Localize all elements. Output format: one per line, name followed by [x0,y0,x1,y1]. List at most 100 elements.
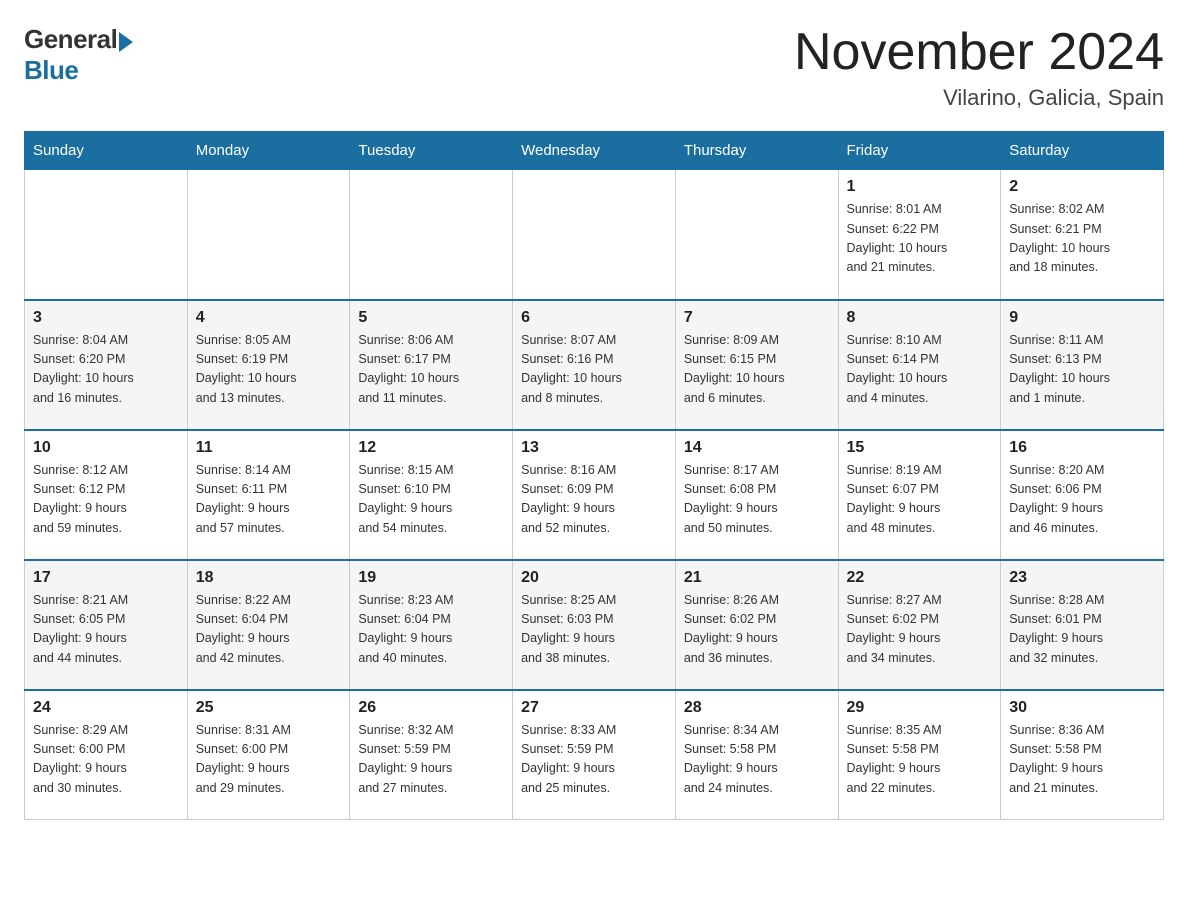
day-info: Sunrise: 8:21 AM Sunset: 6:05 PM Dayligh… [33,591,179,669]
weekday-header-sunday: Sunday [25,132,188,170]
day-info: Sunrise: 8:02 AM Sunset: 6:21 PM Dayligh… [1009,200,1155,278]
day-number: 14 [684,439,830,457]
week-row-4: 17 Sunrise: 8:21 AM Sunset: 6:05 PM Dayli… [25,560,1164,690]
day-number: 12 [358,439,504,457]
calendar-cell: 28 Sunrise: 8:34 AM Sunset: 5:58 PM Dayli… [675,690,838,820]
day-number: 5 [358,309,504,327]
day-info: Sunrise: 8:17 AM Sunset: 6:08 PM Dayligh… [684,461,830,539]
calendar-cell: 17 Sunrise: 8:21 AM Sunset: 6:05 PM Dayli… [25,560,188,690]
calendar-cell: 22Sunrise: 8:27 AM Sunset: 6:02 PM Dayli… [838,560,1001,690]
day-info: Sunrise: 8:19 AM Sunset: 6:07 PM Dayligh… [847,461,993,539]
calendar-cell: 26Sunrise: 8:32 AM Sunset: 5:59 PM Dayli… [350,690,513,820]
day-number: 11 [196,439,342,457]
calendar-cell [513,170,676,300]
logo: General Blue [24,24,133,86]
calendar-table: SundayMondayTuesdayWednesdayThursdayFrid… [24,131,1164,820]
weekday-header-row: SundayMondayTuesdayWednesdayThursdayFrid… [25,132,1164,170]
calendar-cell: 2 Sunrise: 8:02 AM Sunset: 6:21 PM Daylig… [1001,170,1164,300]
day-info: Sunrise: 8:34 AM Sunset: 5:58 PM Dayligh… [684,721,830,799]
day-info: Sunrise: 8:25 AM Sunset: 6:03 PM Dayligh… [521,591,667,669]
day-info: Sunrise: 8:12 AM Sunset: 6:12 PM Dayligh… [33,461,179,539]
calendar-cell: 24 Sunrise: 8:29 AM Sunset: 6:00 PM Dayli… [25,690,188,820]
weekday-header-thursday: Thursday [675,132,838,170]
calendar-cell: 8 Sunrise: 8:10 AM Sunset: 6:14 PM Daylig… [838,300,1001,430]
day-number: 25 [196,699,342,717]
logo-blue-text: Blue [24,55,78,86]
day-number: 27 [521,699,667,717]
day-number: 9 [1009,309,1155,327]
day-number: 1 [847,178,993,196]
day-info: Sunrise: 8:20 AM Sunset: 6:06 PM Dayligh… [1009,461,1155,539]
calendar-cell: 19Sunrise: 8:23 AM Sunset: 6:04 PM Dayli… [350,560,513,690]
day-number: 6 [521,309,667,327]
weekday-header-friday: Friday [838,132,1001,170]
calendar-cell: 9 Sunrise: 8:11 AM Sunset: 6:13 PM Daylig… [1001,300,1164,430]
calendar-cell: 30Sunrise: 8:36 AM Sunset: 5:58 PM Dayli… [1001,690,1164,820]
day-info: Sunrise: 8:10 AM Sunset: 6:14 PM Dayligh… [847,331,993,409]
calendar-cell: 11 Sunrise: 8:14 AM Sunset: 6:11 PM Dayli… [187,430,350,560]
day-number: 30 [1009,699,1155,717]
day-info: Sunrise: 8:22 AM Sunset: 6:04 PM Dayligh… [196,591,342,669]
day-info: Sunrise: 8:16 AM Sunset: 6:09 PM Dayligh… [521,461,667,539]
day-info: Sunrise: 8:31 AM Sunset: 6:00 PM Dayligh… [196,721,342,799]
day-number: 22 [847,569,993,587]
day-number: 24 [33,699,179,717]
calendar-cell: 23Sunrise: 8:28 AM Sunset: 6:01 PM Dayli… [1001,560,1164,690]
calendar-cell [675,170,838,300]
calendar-cell: 27 Sunrise: 8:33 AM Sunset: 5:59 PM Dayli… [513,690,676,820]
calendar-cell: 18 Sunrise: 8:22 AM Sunset: 6:04 PM Dayli… [187,560,350,690]
day-number: 28 [684,699,830,717]
day-number: 16 [1009,439,1155,457]
day-number: 10 [33,439,179,457]
day-info: Sunrise: 8:32 AM Sunset: 5:59 PM Dayligh… [358,721,504,799]
week-row-2: 3 Sunrise: 8:04 AM Sunset: 6:20 PM Daylig… [25,300,1164,430]
calendar-cell [350,170,513,300]
calendar-cell: 21Sunrise: 8:26 AM Sunset: 6:02 PM Dayli… [675,560,838,690]
day-info: Sunrise: 8:11 AM Sunset: 6:13 PM Dayligh… [1009,331,1155,409]
calendar-cell [187,170,350,300]
calendar-cell: 12 Sunrise: 8:15 AM Sunset: 6:10 PM Dayli… [350,430,513,560]
calendar-cell: 10 Sunrise: 8:12 AM Sunset: 6:12 PM Dayli… [25,430,188,560]
logo-general-text: General [24,24,117,55]
day-number: 23 [1009,569,1155,587]
calendar-cell: 15 Sunrise: 8:19 AM Sunset: 6:07 PM Dayli… [838,430,1001,560]
day-number: 13 [521,439,667,457]
day-info: Sunrise: 8:35 AM Sunset: 5:58 PM Dayligh… [847,721,993,799]
day-info: Sunrise: 8:33 AM Sunset: 5:59 PM Dayligh… [521,721,667,799]
day-info: Sunrise: 8:15 AM Sunset: 6:10 PM Dayligh… [358,461,504,539]
week-row-5: 24 Sunrise: 8:29 AM Sunset: 6:00 PM Dayli… [25,690,1164,820]
day-info: Sunrise: 8:14 AM Sunset: 6:11 PM Dayligh… [196,461,342,539]
day-number: 2 [1009,178,1155,196]
calendar-cell: 25 Sunrise: 8:31 AM Sunset: 6:00 PM Dayli… [187,690,350,820]
calendar-cell: 16 Sunrise: 8:20 AM Sunset: 6:06 PM Dayli… [1001,430,1164,560]
calendar-subtitle: Vilarino, Galicia, Spain [794,85,1164,111]
calendar-title: November 2024 [794,24,1164,81]
calendar-cell: 7Sunrise: 8:09 AM Sunset: 6:15 PM Daylig… [675,300,838,430]
day-info: Sunrise: 8:01 AM Sunset: 6:22 PM Dayligh… [847,200,993,278]
day-number: 29 [847,699,993,717]
day-number: 18 [196,569,342,587]
calendar-cell: 4Sunrise: 8:05 AM Sunset: 6:19 PM Daylig… [187,300,350,430]
day-number: 15 [847,439,993,457]
calendar-cell: 3 Sunrise: 8:04 AM Sunset: 6:20 PM Daylig… [25,300,188,430]
weekday-header-tuesday: Tuesday [350,132,513,170]
week-row-1: 1 Sunrise: 8:01 AM Sunset: 6:22 PM Daylig… [25,170,1164,300]
day-number: 7 [684,309,830,327]
title-block: November 2024 Vilarino, Galicia, Spain [794,24,1164,111]
calendar-cell: 5 Sunrise: 8:06 AM Sunset: 6:17 PM Daylig… [350,300,513,430]
day-number: 8 [847,309,993,327]
calendar-cell: 14 Sunrise: 8:17 AM Sunset: 6:08 PM Dayli… [675,430,838,560]
calendar-cell: 13 Sunrise: 8:16 AM Sunset: 6:09 PM Dayli… [513,430,676,560]
day-info: Sunrise: 8:05 AM Sunset: 6:19 PM Dayligh… [196,331,342,409]
calendar-cell [25,170,188,300]
calendar-cell: 29 Sunrise: 8:35 AM Sunset: 5:58 PM Dayli… [838,690,1001,820]
day-info: Sunrise: 8:29 AM Sunset: 6:00 PM Dayligh… [33,721,179,799]
week-row-3: 10 Sunrise: 8:12 AM Sunset: 6:12 PM Dayli… [25,430,1164,560]
logo-arrow-icon [119,32,133,52]
day-number: 17 [33,569,179,587]
day-info: Sunrise: 8:04 AM Sunset: 6:20 PM Dayligh… [33,331,179,409]
day-number: 3 [33,309,179,327]
day-number: 20 [521,569,667,587]
day-info: Sunrise: 8:06 AM Sunset: 6:17 PM Dayligh… [358,331,504,409]
day-number: 21 [684,569,830,587]
